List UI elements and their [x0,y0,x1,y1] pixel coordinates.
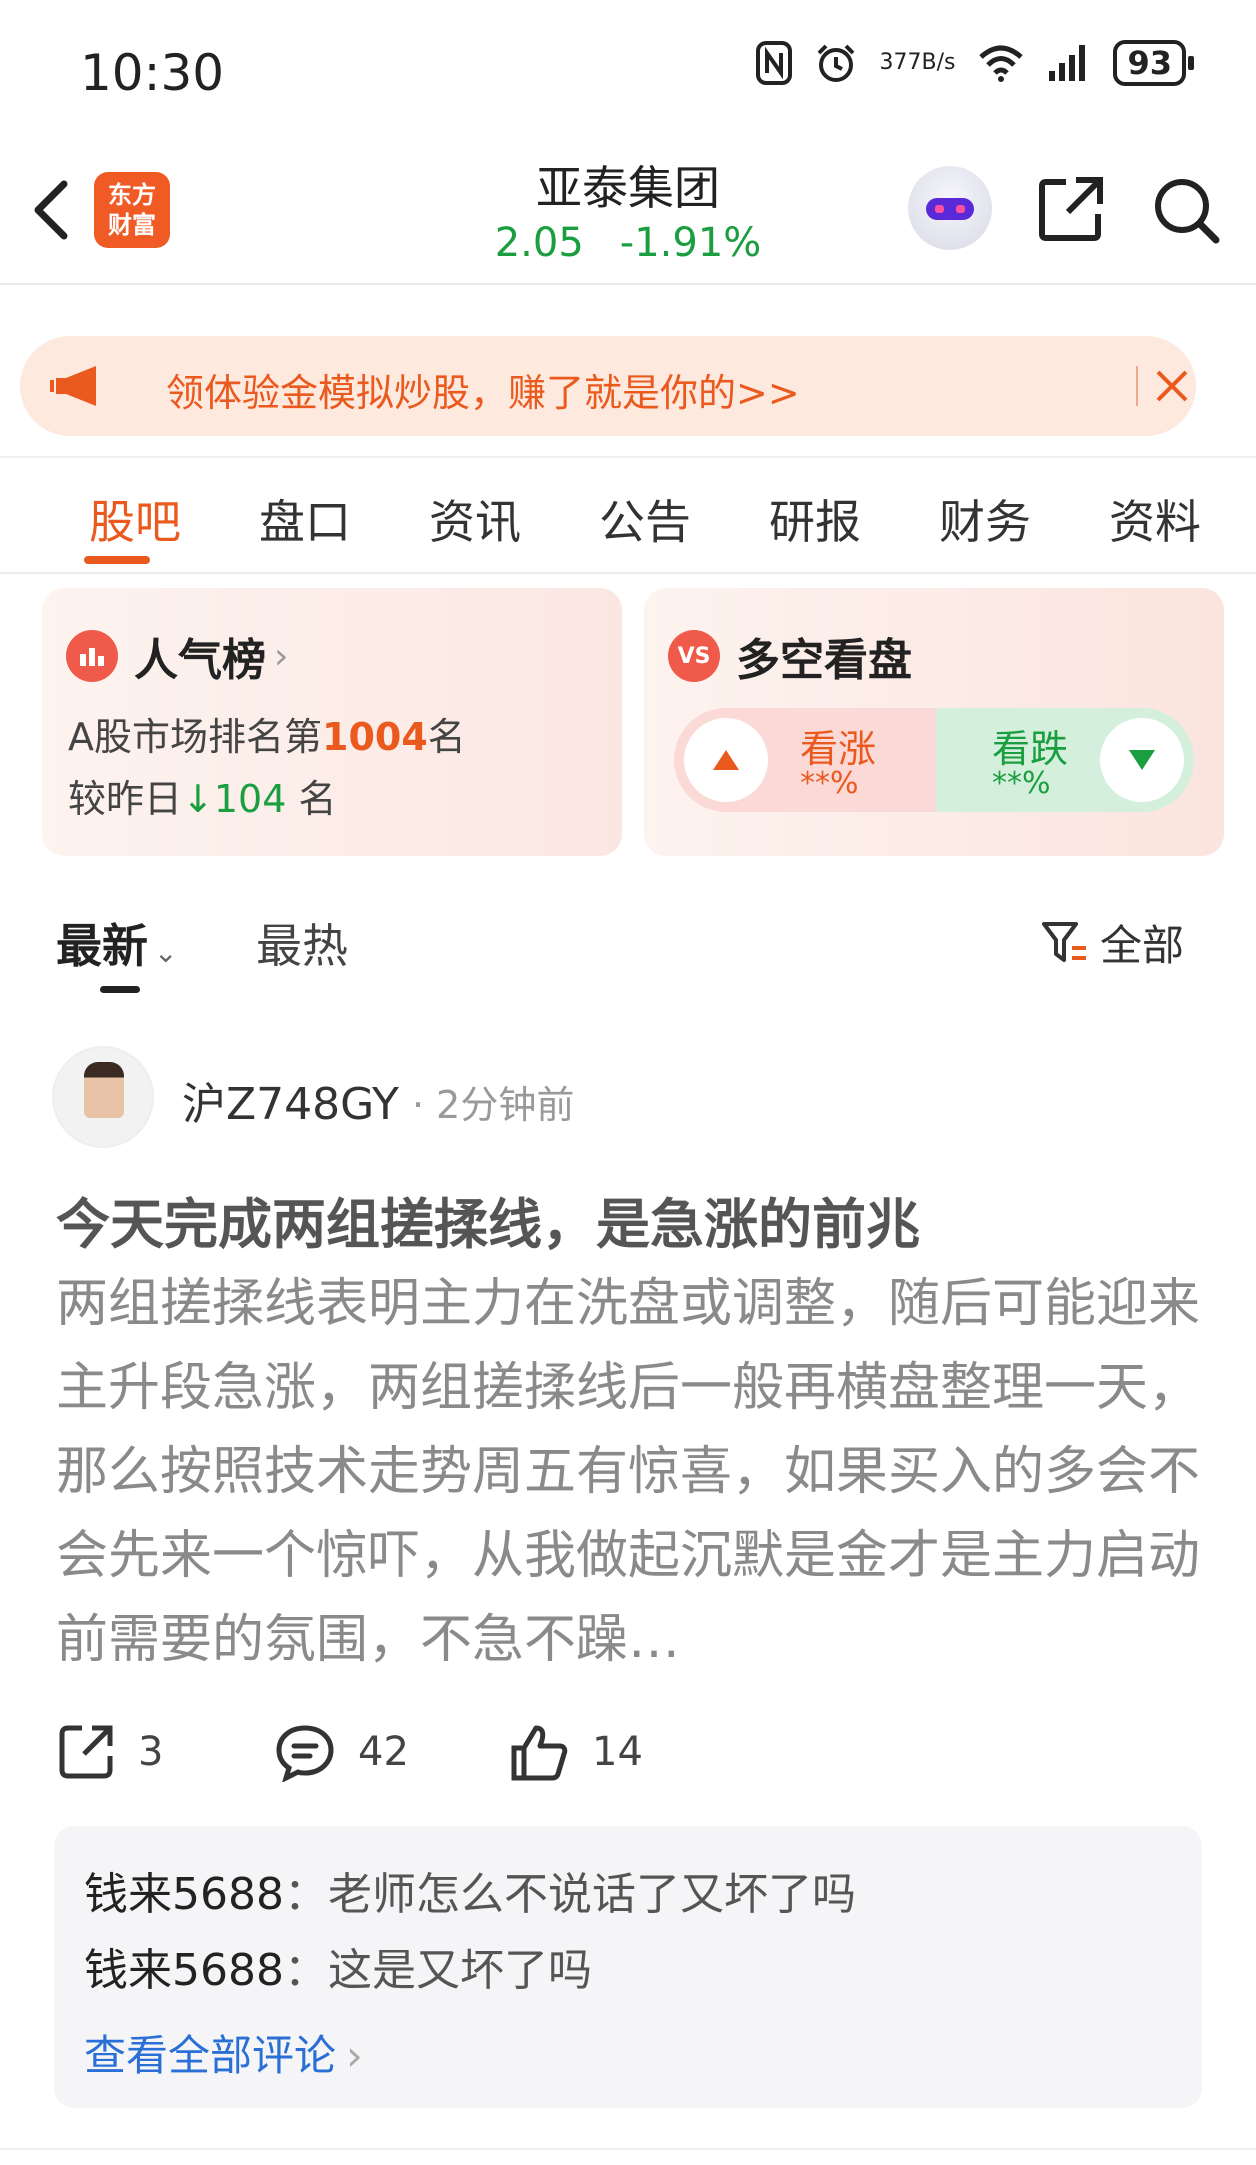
comment-icon [276,1725,334,1782]
bullish-label: 看涨 [800,727,877,771]
search-icon [1155,179,1220,244]
stock-change-pct: -1.91% [619,220,762,266]
battery-level: 93 [1127,44,1172,82]
network-speed: 377 B/s [880,52,956,74]
sort-latest-label: 最新 [56,919,148,973]
arrow-up-icon [684,718,768,802]
comment-item[interactable]: 钱来5688：老师怎么不说话了又坏了吗 [84,1858,856,1922]
rank-change: 较昨日↓104 名 [68,768,337,823]
view-all-label: 查看全部评论 [84,2031,337,2080]
stock-header: 东方 财富 亚泰集团 2.05 -1.91% [0,140,1256,285]
rank-title-text: 人气榜 [134,635,266,686]
author-avatar[interactable] [52,1046,154,1148]
comment-user[interactable]: 钱来5688 [84,1869,284,1920]
share-button[interactable] [1036,174,1106,244]
tab-bar: 股吧 盘口 资讯 公告 研报 财务 资料 [0,456,1256,574]
vote-bar: 看涨 **% 看跌 **% [674,708,1194,812]
comment-user[interactable]: 钱来5688 [84,1945,284,1996]
promo-divider [1136,366,1138,406]
vs-icon: VS [668,630,720,682]
status-time: 10:30 [80,44,225,102]
post-body[interactable]: 两组搓揉线表明主力在洗盘或调整，随后可能迎来主升段急涨，两组搓揉线后一般再横盘整… [56,1262,1200,1682]
net-speed-value: 377 [879,50,922,75]
chevron-down-icon: ⌄ [154,936,178,969]
bullish-pct: **% [800,766,859,801]
post-author[interactable]: 沪Z748GY [182,1068,399,1132]
bull-bear-vote-card: VS 多空看盘 看涨 **% 看跌 **% [644,588,1224,856]
bearish-pct: **% [992,766,1051,801]
tab-finance[interactable]: 财务 [900,458,1070,572]
rank-prefix: A股市场排名第 [68,715,322,759]
comment-count: 42 [358,1729,409,1775]
tab-pankou[interactable]: 盘口 [220,458,390,572]
active-tab-indicator [100,986,140,993]
arrow-down-icon [1100,718,1184,802]
like-count: 14 [592,1729,643,1775]
avatar-photo [84,1062,124,1118]
sort-hot-tab[interactable]: 最热 [256,910,348,976]
sort-latest-tab[interactable]: 最新 ⌄ [56,910,177,976]
close-icon[interactable] [1152,366,1192,406]
vote-card-title: VS 多空看盘 [668,624,912,688]
tab-announcements[interactable]: 公告 [560,458,730,572]
popularity-rank-card[interactable]: 人气榜 › A股市场排名第1004名 较昨日↓104 名 [42,588,622,856]
search-button[interactable] [1150,174,1222,246]
thumbs-up-icon [511,1725,568,1781]
tab-news[interactable]: 资讯 [390,458,560,572]
divider [0,2148,1256,2150]
share-icon [1039,177,1103,241]
comment-preview: 钱来5688：老师怎么不说话了又坏了吗 钱来5688：这是又坏了吗 查看全部评论… [54,1826,1202,2108]
megaphone-icon [50,366,96,406]
alarm-icon [814,41,858,85]
share-count: 3 [138,1729,164,1775]
tab-research[interactable]: 研报 [730,458,900,572]
rank-change-prefix: 较昨日 [68,777,183,821]
post-title[interactable]: 今天完成两组搓揉线，是急涨的前兆 [56,1180,920,1259]
post-share-button[interactable]: 3 [56,1722,163,1782]
chevron-right-icon: › [346,2031,363,2080]
view-all-comments-link[interactable]: 查看全部评论 › [84,2022,363,2083]
comment-text: ：这是又坏了吗 [283,1945,592,1996]
signal-icon [1047,43,1091,83]
battery-indicator: 93 [1113,40,1194,86]
rank-position: A股市场排名第1004名 [68,706,466,761]
stock-price: 2.05 [494,220,584,266]
wifi-icon [977,43,1025,83]
vote-bullish-button[interactable]: 看涨 **% [674,708,936,812]
comment-text: ：老师怎么不说话了又坏了吗 [283,1869,856,1920]
promo-banner[interactable]: 领体验金模拟炒股，赚了就是你的>> [20,336,1196,436]
rank-card-title: 人气榜 › [66,624,288,688]
promo-text: 领体验金模拟炒股，赚了就是你的>> [166,371,800,415]
rank-value: 1004 [322,715,428,759]
post-comment-button[interactable]: 42 [274,1722,409,1782]
tab-guba[interactable]: 股吧 [50,458,220,572]
ai-assistant-button[interactable] [908,166,992,250]
filter-button[interactable]: 全部 [1040,912,1184,973]
rank-suffix: 名 [427,715,466,759]
sort-filter-row: 最新 ⌄ 最热 全部 [0,900,1256,1000]
arrow-down-icon: ↓ [182,777,214,821]
vote-bearish-button[interactable]: 看跌 **% [936,708,1194,812]
tab-profile[interactable]: 资料 [1070,458,1240,572]
comment-item[interactable]: 钱来5688：这是又坏了吗 [84,1934,592,1998]
bar-chart-icon [66,630,118,682]
chevron-right-icon: › [274,635,289,677]
nfc-icon [755,41,792,85]
status-icons: 377 B/s 93 [755,40,1194,86]
rank-change-value: 104 [213,777,287,821]
bearish-label: 看跌 [992,727,1069,771]
robot-icon [926,198,974,220]
vote-title-text: 多空看盘 [736,635,912,686]
net-speed-unit: B/s [921,50,956,75]
filter-all-label: 全部 [1100,921,1185,970]
filter-icon [1042,921,1086,962]
post-like-button[interactable]: 14 [508,1722,643,1782]
post-time: · 2分钟前 [412,1083,575,1127]
share-icon [59,1725,113,1779]
rank-change-suffix: 名 [298,777,337,821]
